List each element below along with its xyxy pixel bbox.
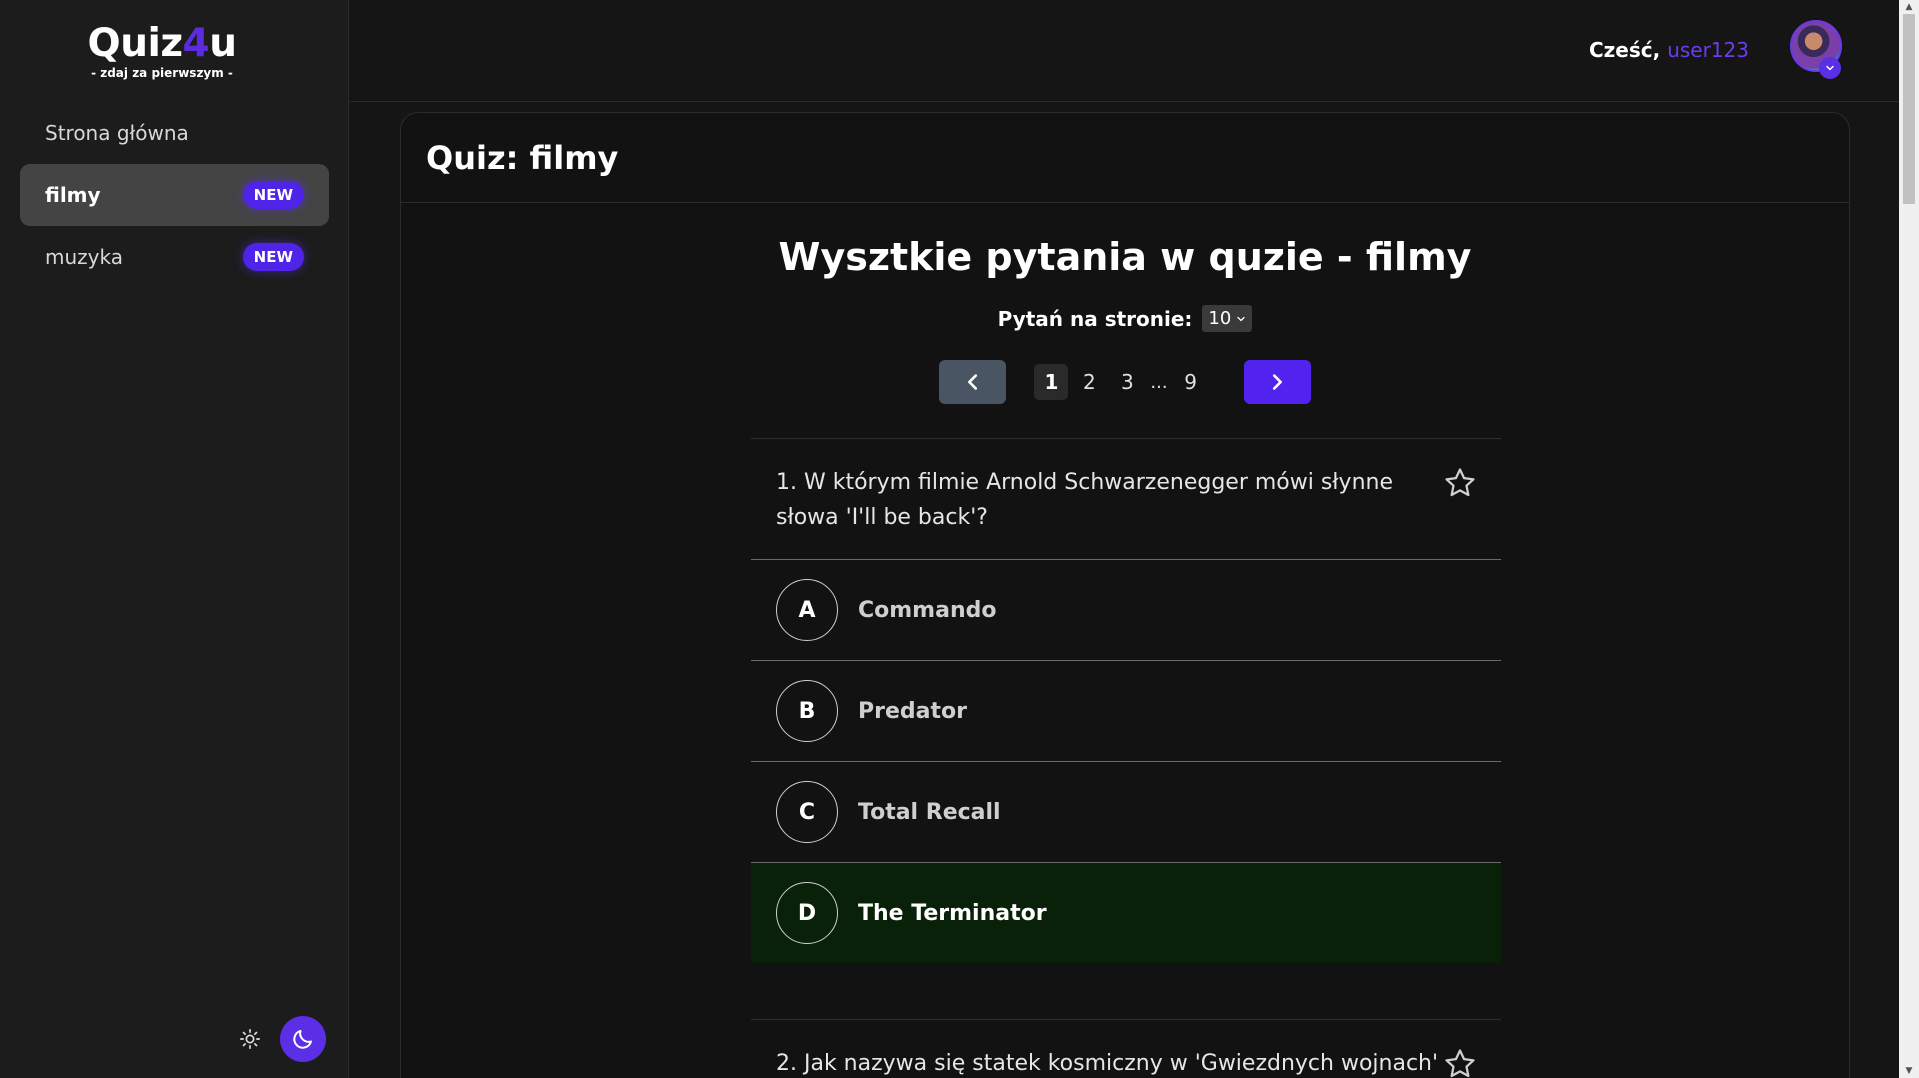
sidebar-item-label: filmy [45, 183, 101, 207]
logo-subtitle: - zdaj za pierwszym - [91, 66, 233, 80]
sun-icon[interactable] [236, 1025, 264, 1053]
answer-letter: D [776, 882, 838, 944]
previous-page-button[interactable] [939, 360, 1007, 404]
answer-letter: C [776, 781, 838, 843]
per-page-label: Pytań na stronie: [997, 306, 1193, 331]
question-label: 2. Jak nazywa się statek kosmiczny w 'Gw… [776, 1051, 1439, 1076]
page-ellipsis: ... [1150, 371, 1168, 393]
sidebar-item-muzyka[interactable]: muzyka NEW [20, 226, 329, 288]
chevron-left-icon [967, 374, 977, 390]
page-2[interactable]: 2 [1072, 364, 1106, 400]
sidebar-item-filmy[interactable]: filmy NEW [20, 164, 329, 226]
page-3[interactable]: 3 [1110, 364, 1144, 400]
quiz-card: Quiz: filmy Wysztkie pytania w quzie - f… [400, 112, 1850, 1078]
answer-letter: B [776, 680, 838, 742]
answer-letter: A [776, 579, 838, 641]
logo-title-end: u [209, 21, 237, 66]
chevron-down-icon [1237, 316, 1245, 321]
pagination: 1 2 3 ... 9 [401, 360, 1849, 404]
per-page-select[interactable]: 10 [1202, 305, 1253, 332]
top-bar: Cześć, user123 [350, 0, 1899, 102]
answer-option-a[interactable]: A Commando [751, 559, 1501, 660]
section-title: Wysztkie pytania w quzie - filmy [778, 235, 1472, 279]
scroll-thumb[interactable] [1903, 14, 1915, 204]
question-text: 2. Jak nazywa się statek kosmiczny w 'Gw… [751, 1020, 1501, 1078]
chevron-right-icon [1273, 374, 1283, 390]
sidebar-nav: Strona główna filmy NEW muzyka NEW [20, 102, 329, 288]
sidebar-item-label: muzyka [45, 245, 123, 269]
logo-title: Quiz4u [0, 22, 324, 66]
scroll-down-arrow[interactable]: ▼ [1899, 1064, 1919, 1078]
page-title: Quiz: filmy [426, 139, 619, 177]
page-numbers: 1 2 3 ... 9 [1034, 364, 1207, 400]
answer-text: Predator [858, 698, 967, 724]
scroll-up-arrow[interactable]: ▲ [1899, 0, 1919, 14]
answer-option-d-correct[interactable]: D The Terminator [751, 862, 1501, 963]
per-page-value: 10 [1208, 308, 1232, 329]
answer-text: Total Recall [858, 799, 1001, 825]
page-1[interactable]: 1 [1034, 364, 1069, 400]
new-badge: NEW [242, 243, 304, 271]
answer-text: Commando [858, 597, 997, 623]
scrollbar[interactable]: ▲ ▼ [1899, 0, 1919, 1078]
question-label: 1. W którym filmie Arnold Schwarzenegger… [776, 470, 1393, 530]
logo-title-main: Quiz [87, 21, 184, 66]
card-header: Quiz: filmy [401, 113, 1849, 203]
answer-option-c[interactable]: C Total Recall [751, 761, 1501, 862]
sidebar-item-label: Strona główna [45, 121, 189, 145]
new-badge: NEW [242, 181, 304, 209]
greeting: Cześć, user123 [1589, 38, 1749, 62]
chevron-down-icon[interactable] [1819, 57, 1841, 79]
greeting-text: Cześć, [1588, 38, 1661, 62]
theme-toggle [236, 1016, 326, 1062]
star-icon[interactable] [1443, 466, 1477, 500]
logo[interactable]: Quiz4u - zdaj za pierwszym - [0, 22, 324, 81]
moon-icon[interactable] [280, 1016, 326, 1062]
next-page-button[interactable] [1243, 360, 1311, 404]
sidebar-item-home[interactable]: Strona główna [20, 102, 329, 164]
sidebar: Quiz4u - zdaj za pierwszym - Strona głów… [0, 0, 349, 1078]
answer-option-b[interactable]: B Predator [751, 660, 1501, 761]
username-link[interactable]: user123 [1667, 38, 1749, 62]
star-icon[interactable] [1443, 1047, 1477, 1078]
question-item: 2. Jak nazywa się statek kosmiczny w 'Gw… [751, 1019, 1501, 1078]
page-last[interactable]: 9 [1174, 364, 1208, 400]
logo-title-accent: 4 [182, 21, 210, 66]
question-text: 1. W którym filmie Arnold Schwarzenegger… [751, 439, 1501, 559]
per-page-control: Pytań na stronie: 10 [401, 305, 1849, 332]
question-item: 1. W którym filmie Arnold Schwarzenegger… [751, 438, 1501, 963]
answer-text: The Terminator [858, 900, 1047, 926]
